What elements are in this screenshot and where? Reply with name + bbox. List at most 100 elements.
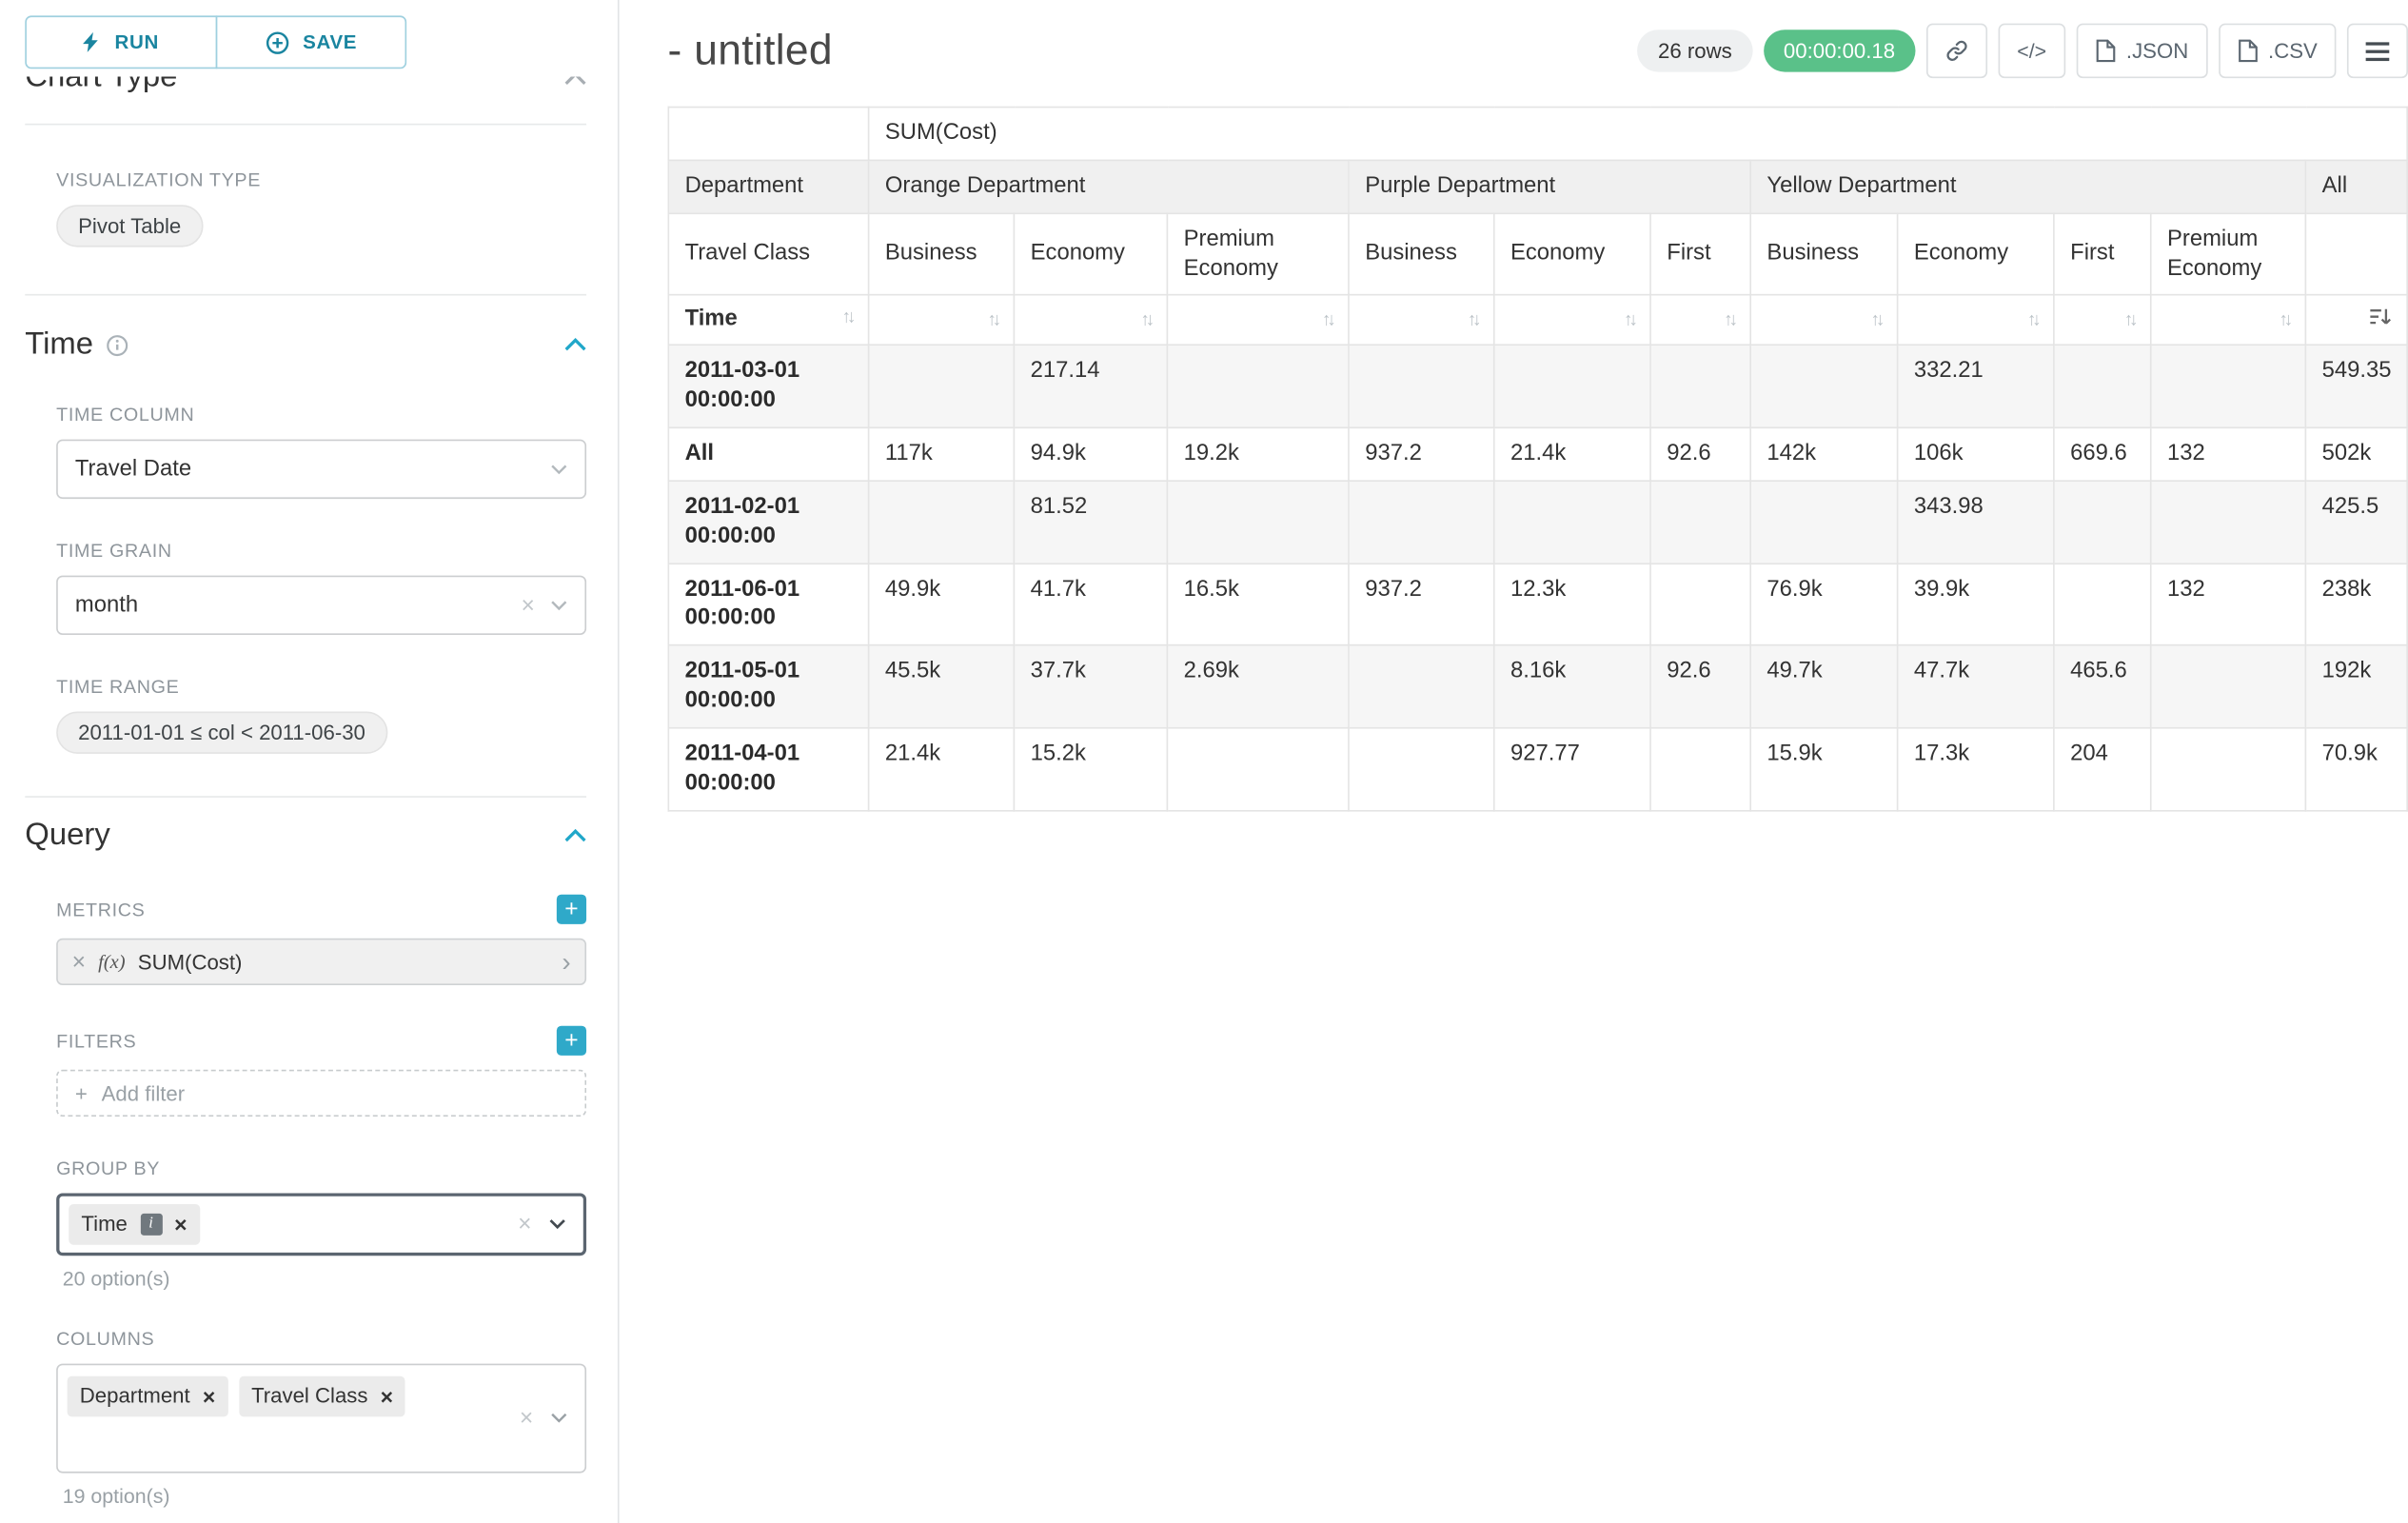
export-csv-label: .CSV bbox=[2268, 39, 2318, 63]
pivot-cell: 16.5k bbox=[1167, 564, 1349, 646]
embed-code-button[interactable]: </> bbox=[1999, 24, 2065, 78]
sort-icon[interactable]: ↑↓ bbox=[842, 308, 853, 330]
time-range-value[interactable]: 2011-01-01 ≤ col < 2011-06-30 bbox=[56, 711, 387, 753]
group-by-value-time[interactable]: Time i × bbox=[69, 1204, 199, 1245]
plus-icon: + bbox=[75, 1081, 88, 1105]
pivot-cell: 47.7k bbox=[1898, 645, 2054, 728]
remove-icon[interactable]: × bbox=[174, 1214, 187, 1236]
sort-icon[interactable]: ↑↓ bbox=[1624, 311, 1634, 333]
add-filter-button[interactable]: + bbox=[557, 1026, 586, 1056]
visualization-type-label: VISUALIZATION TYPE bbox=[56, 168, 586, 190]
metrics-label-row: METRICS + bbox=[56, 895, 586, 924]
pivot-cell bbox=[2054, 564, 2151, 646]
pivot-sort-cell: ↑↓ bbox=[2054, 295, 2151, 346]
remove-icon[interactable]: × bbox=[381, 1386, 393, 1408]
timer-badge: 00:00:00.18 bbox=[1764, 30, 1916, 72]
sort-icon[interactable]: ↑↓ bbox=[2279, 311, 2289, 333]
remove-icon[interactable]: × bbox=[203, 1386, 215, 1408]
columns-value-travel-class[interactable]: Travel Class × bbox=[239, 1376, 405, 1417]
time-column-select[interactable]: Travel Date bbox=[56, 440, 586, 499]
sort-icon[interactable]: ↑↓ bbox=[1871, 311, 1882, 333]
sort-icon[interactable]: ↑↓ bbox=[2124, 311, 2135, 333]
pivot-cell: 92.6 bbox=[1650, 427, 1750, 481]
add-metric-button[interactable]: + bbox=[557, 895, 586, 924]
pivot-cell bbox=[1167, 481, 1349, 564]
pivot-cell: 81.52 bbox=[1014, 481, 1167, 564]
pivot-cell: 132 bbox=[2151, 427, 2306, 481]
pivot-cell bbox=[1349, 728, 1494, 811]
time-grain-value: month bbox=[75, 593, 138, 618]
sort-icon[interactable]: ↑↓ bbox=[1322, 311, 1332, 333]
pivot-cell: 106k bbox=[1898, 427, 2054, 481]
pivot-cell: 2.69k bbox=[1167, 645, 1349, 728]
pivot-cell bbox=[869, 481, 1015, 564]
time-grain-select[interactable]: month × bbox=[56, 576, 586, 635]
control-panel: RUN SAVE Chart Type VISUALIZATION TYPE P… bbox=[0, 0, 620, 1523]
chevron-up-icon[interactable] bbox=[564, 338, 586, 352]
pivot-cell: 549.35 bbox=[2305, 346, 2407, 428]
sort-icon[interactable]: ↑↓ bbox=[1468, 311, 1478, 333]
sort-icon[interactable]: ↑↓ bbox=[2027, 311, 2038, 333]
bolt-icon bbox=[84, 31, 101, 53]
menu-button[interactable] bbox=[2347, 24, 2408, 78]
export-json-button[interactable]: .JSON bbox=[2076, 24, 2207, 78]
pivot-row-header: 2011-06-01 00:00:00 bbox=[668, 564, 868, 646]
group-by-select[interactable]: Time i × × bbox=[56, 1193, 586, 1256]
export-csv-button[interactable]: .CSV bbox=[2218, 24, 2336, 78]
pivot-cell: 45.5k bbox=[869, 645, 1015, 728]
chart-type-section-header[interactable]: Chart Type bbox=[25, 76, 586, 106]
pivot-cell: 76.9k bbox=[1750, 564, 1897, 646]
pivot-cell bbox=[1750, 346, 1897, 428]
run-button[interactable]: RUN bbox=[25, 15, 217, 69]
columns-label: COLUMNS bbox=[56, 1328, 586, 1350]
pivot-cell: 465.6 bbox=[2054, 645, 2151, 728]
clear-icon[interactable]: × bbox=[521, 593, 534, 617]
pivot-table-container: SUM(Cost)DepartmentOrange DepartmentPurp… bbox=[667, 107, 2408, 811]
chevron-up-icon[interactable] bbox=[564, 829, 586, 843]
caret-right-icon[interactable]: › bbox=[562, 948, 570, 975]
divider bbox=[25, 796, 586, 798]
copy-link-button[interactable] bbox=[1926, 24, 1987, 78]
add-filter-box[interactable]: + Add filter bbox=[56, 1070, 586, 1117]
pivot-cell bbox=[1650, 481, 1750, 564]
sort-desc-icon[interactable] bbox=[2369, 307, 2391, 335]
sort-icon[interactable]: ↑↓ bbox=[987, 311, 997, 333]
fx-icon: f(x) bbox=[98, 950, 126, 974]
divider bbox=[25, 294, 586, 296]
columns-select[interactable]: Department × Travel Class × × bbox=[56, 1364, 586, 1474]
columns-value-department[interactable]: Department × bbox=[68, 1376, 228, 1417]
pivot-cell: 92.6 bbox=[1650, 645, 1750, 728]
pivot-cell: 49.7k bbox=[1750, 645, 1897, 728]
filters-label-row: FILTERS + bbox=[56, 1026, 586, 1056]
info-icon[interactable] bbox=[106, 334, 128, 356]
pivot-sort-cell: ↑↓ bbox=[2151, 295, 2306, 346]
pivot-cell: 142k bbox=[1750, 427, 1897, 481]
time-section-header[interactable]: Time bbox=[25, 326, 586, 363]
clear-icon[interactable]: × bbox=[520, 1407, 533, 1431]
pivot-col-group-header: Yellow Department bbox=[1750, 160, 2305, 213]
pivot-cell: 217.14 bbox=[1014, 346, 1167, 428]
sort-icon[interactable]: ↑↓ bbox=[1724, 311, 1734, 333]
pivot-col-header: First bbox=[1650, 213, 1750, 296]
pivot-row: 2011-04-01 00:00:0021.4k15.2k927.7715.9k… bbox=[668, 728, 2407, 811]
remove-metric-icon[interactable]: × bbox=[72, 950, 86, 974]
pivot-col-header: Premium Economy bbox=[1167, 213, 1349, 296]
clear-icon[interactable]: × bbox=[518, 1213, 531, 1236]
metrics-label: METRICS bbox=[56, 899, 145, 920]
pivot-row: 2011-03-01 00:00:00217.14332.21549.35 bbox=[668, 346, 2407, 428]
query-section-header[interactable]: Query bbox=[25, 818, 586, 854]
chevron-up-icon[interactable] bbox=[564, 76, 586, 86]
visualization-type-value[interactable]: Pivot Table bbox=[56, 205, 203, 247]
chevron-down-icon[interactable] bbox=[550, 1413, 567, 1424]
save-button[interactable]: SAVE bbox=[216, 15, 406, 69]
pivot-cell: 502k bbox=[2305, 427, 2407, 481]
pivot-cell: 937.2 bbox=[1349, 564, 1494, 646]
sort-icon[interactable]: ↑↓ bbox=[1140, 311, 1151, 333]
column-info-icon[interactable]: i bbox=[140, 1214, 162, 1236]
metric-item[interactable]: × f(x) SUM(Cost) › bbox=[56, 939, 586, 985]
chevron-down-icon[interactable] bbox=[549, 1219, 566, 1231]
pivot-row-header: All bbox=[668, 427, 868, 481]
chart-header-controls: 26 rows 00:00:00.18 </> .JSON bbox=[1638, 24, 2408, 78]
link-icon bbox=[1945, 39, 1969, 63]
chart-area: - untitled 26 rows 00:00:00.18 </> .JSON bbox=[620, 0, 2408, 1523]
